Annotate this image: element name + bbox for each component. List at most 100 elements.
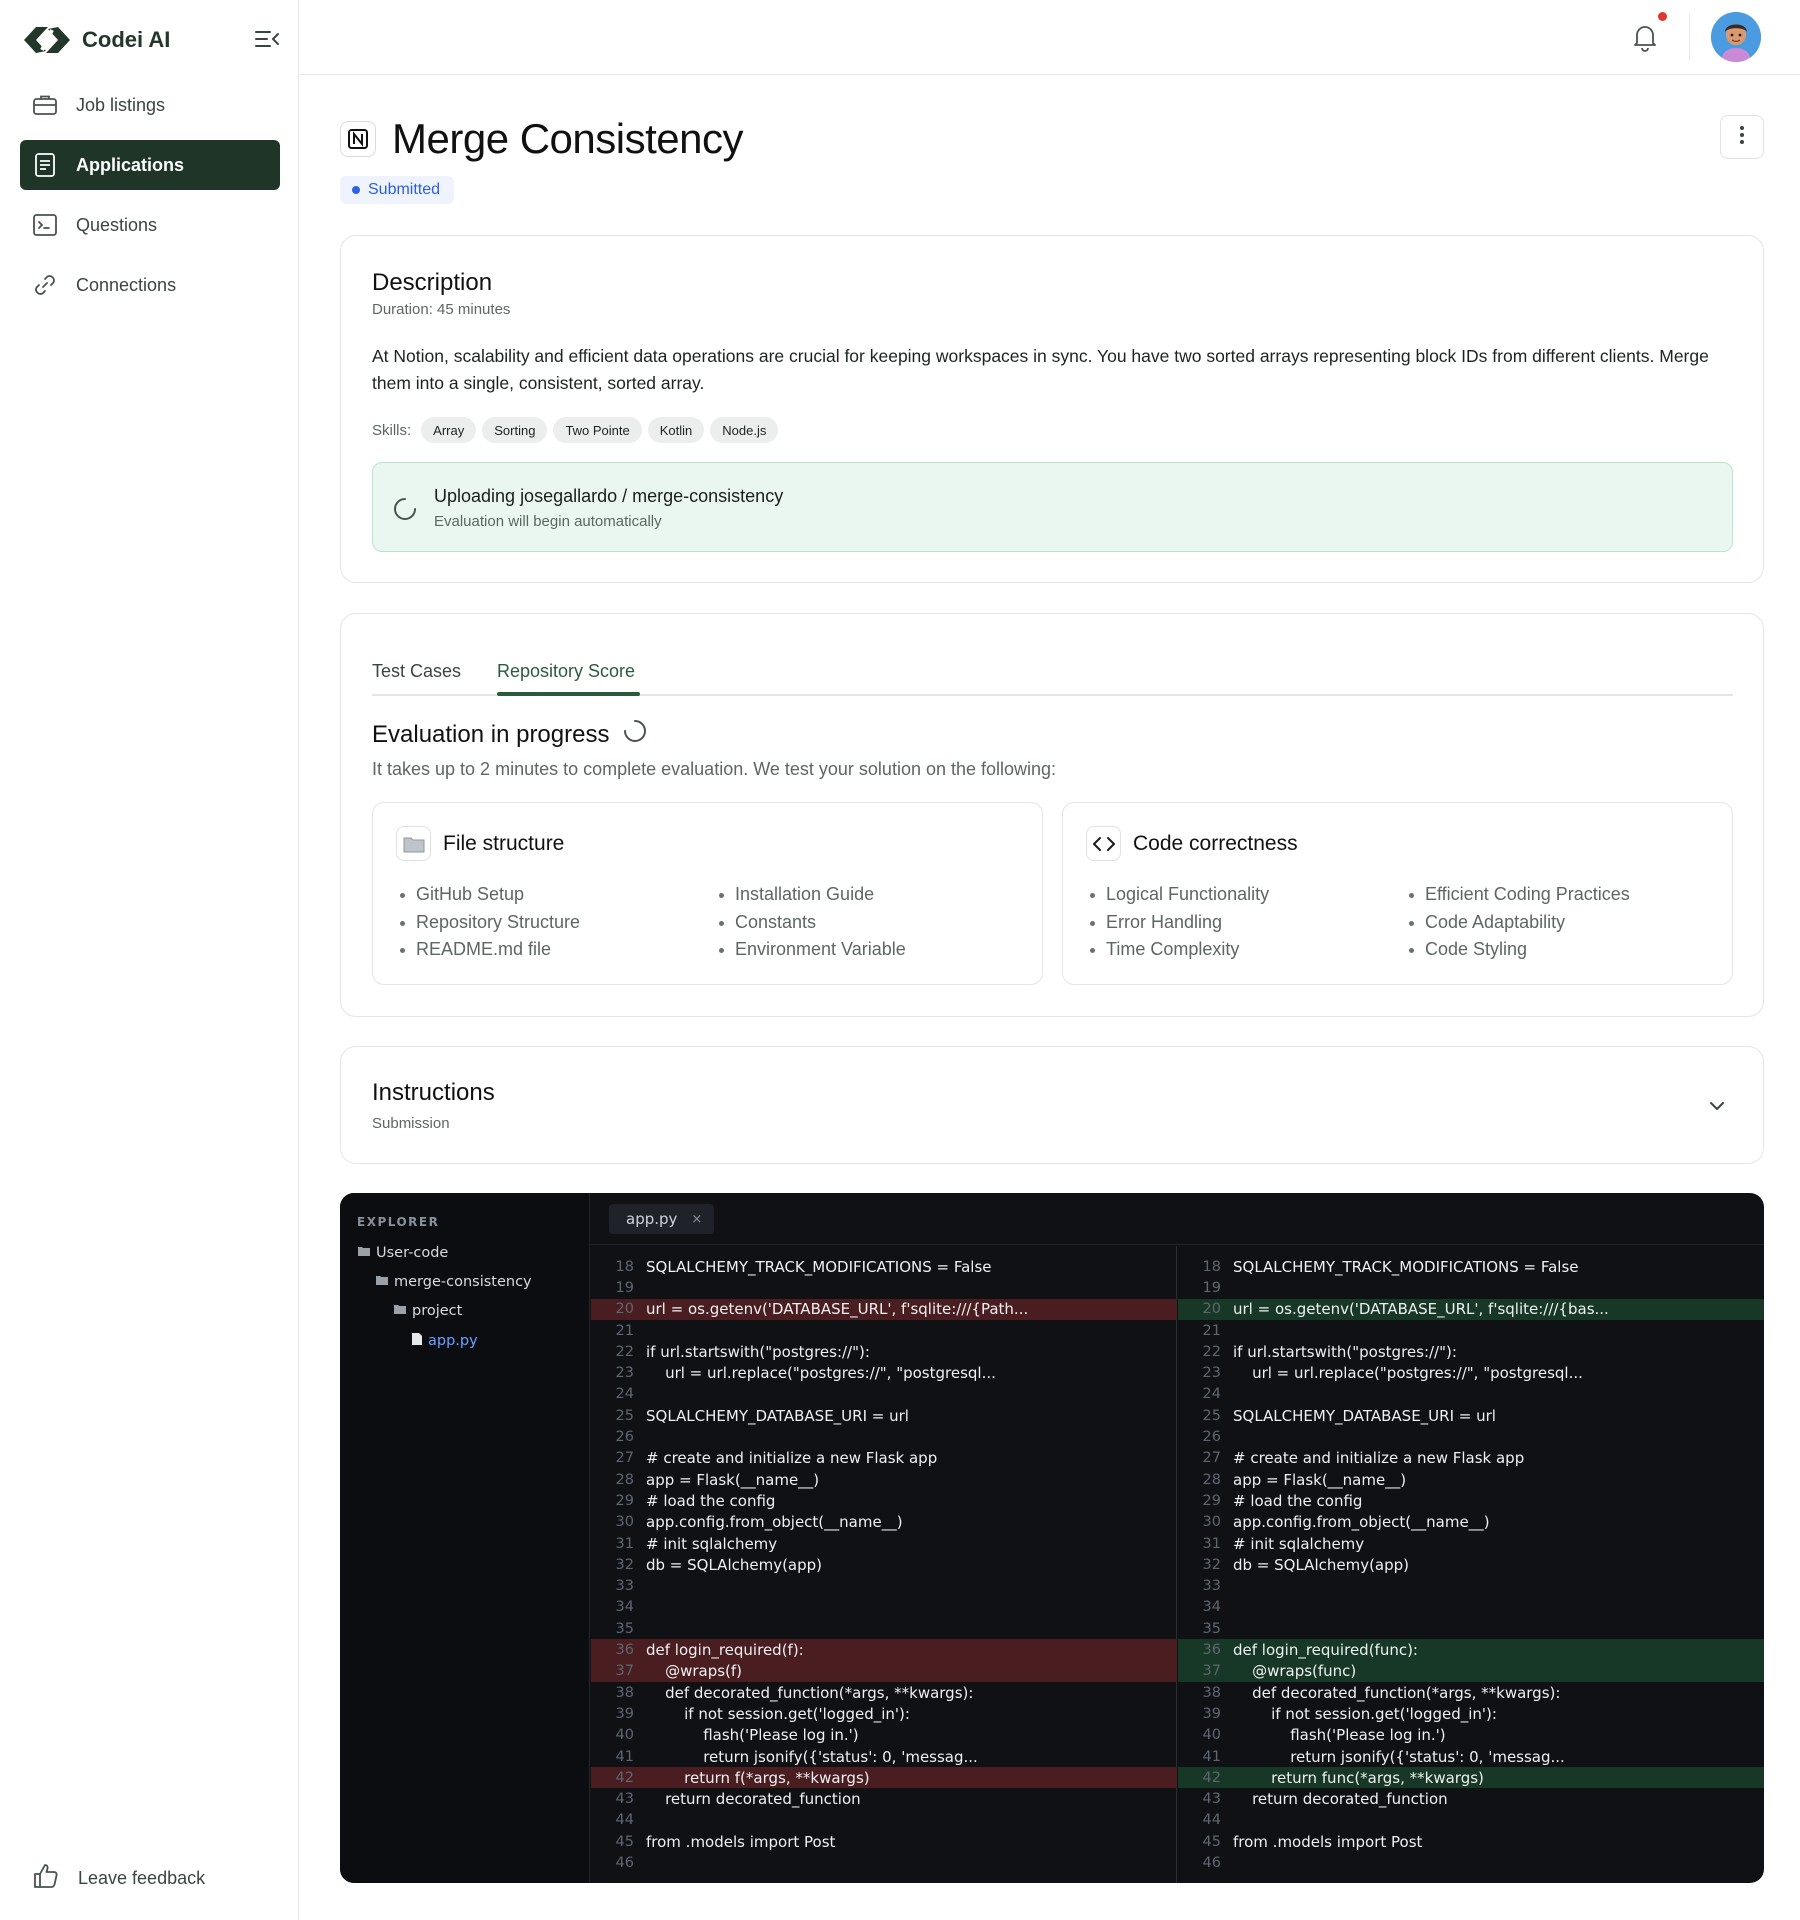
skill-chip: Two Pointe bbox=[553, 417, 642, 443]
code-diff-viewer: EXPLORER User-code merge-consistency pro… bbox=[340, 1193, 1764, 1883]
evaluation-subtitle: It takes up to 2 minutes to complete eva… bbox=[372, 759, 1057, 779]
code-line: 44 bbox=[1178, 1810, 1764, 1831]
description-heading: Description bbox=[372, 269, 493, 296]
code-line: 26 bbox=[1178, 1426, 1764, 1447]
list-item: Time Complexity bbox=[1088, 936, 1269, 964]
bell-icon[interactable] bbox=[1630, 22, 1660, 52]
code-text: db = SQLAlchemy(app) bbox=[1233, 1555, 1410, 1574]
more-vertical-icon bbox=[1739, 125, 1745, 150]
duration-text: Duration: 45 minutes bbox=[372, 301, 511, 318]
code-text: from .models import Post bbox=[1233, 1832, 1423, 1851]
title-row: Merge Consistency bbox=[340, 115, 743, 163]
list-item: Error Handling bbox=[1088, 909, 1269, 937]
evaluation-title: Evaluation in progress bbox=[372, 719, 647, 750]
list-item: Installation Guide bbox=[717, 881, 906, 909]
line-number: 22 bbox=[615, 1343, 634, 1360]
criteria-list: Installation Guide Constants Environment… bbox=[717, 881, 906, 964]
line-number: 33 bbox=[615, 1578, 634, 1595]
code-line: 38 def decorated_function(*args, **kwarg… bbox=[1178, 1682, 1764, 1703]
criteria-list: GitHub Setup Repository Structure README… bbox=[398, 881, 580, 964]
code-line: 33 bbox=[1178, 1576, 1764, 1597]
code-line: 42 return f(*args, **kwargs) bbox=[591, 1767, 1177, 1789]
instructions-card[interactable]: Instructions Submission bbox=[340, 1046, 1764, 1164]
code-line: 18 SQLALCHEMY_TRACK_MODIFICATIONS = False bbox=[1178, 1256, 1764, 1277]
leave-feedback-button[interactable]: Leave feedback bbox=[32, 1862, 205, 1895]
code-text: SQLALCHEMY_DATABASE_URI = url bbox=[1233, 1406, 1496, 1425]
sidebar-item-job-listings[interactable]: Job listings bbox=[20, 80, 280, 130]
code-line: 36 def login_required(func): bbox=[1178, 1639, 1764, 1661]
editor-tab-label: app.py bbox=[626, 1210, 678, 1228]
line-number: 36 bbox=[615, 1642, 634, 1659]
code-text: app.config.from_object(__name__) bbox=[646, 1513, 903, 1532]
list-item: Environment Variable bbox=[717, 936, 906, 964]
code-line: 43 return decorated_function bbox=[591, 1789, 1177, 1810]
code-text: # load the config bbox=[1233, 1491, 1363, 1510]
code-line: 41 return jsonify({'status': 0, 'messag.… bbox=[591, 1746, 1177, 1767]
sidebar-item-label: Applications bbox=[76, 154, 185, 175]
tab-test-cases[interactable]: Test Cases bbox=[372, 661, 461, 682]
list-item: Constants bbox=[717, 909, 906, 937]
skill-chip: Kotlin bbox=[647, 417, 705, 443]
close-icon[interactable]: × bbox=[691, 1212, 702, 1227]
code-text: if not session.get('logged_in'): bbox=[1233, 1704, 1497, 1723]
code-line: 22 if url.startswith("postgres://"): bbox=[591, 1341, 1177, 1362]
sidebar-item-questions[interactable]: Questions bbox=[20, 200, 280, 250]
code-line: 44 bbox=[591, 1810, 1177, 1831]
line-number: 43 bbox=[1202, 1791, 1221, 1808]
tree-file-app-py[interactable]: app.py bbox=[411, 1332, 478, 1350]
subcard-header: Code correctness bbox=[1086, 826, 1298, 861]
evaluation-card: Test Cases Repository Score Evaluation i… bbox=[340, 613, 1764, 1017]
code-line: 46 bbox=[591, 1852, 1177, 1873]
notification-dot bbox=[1658, 12, 1667, 21]
code-text: SQLALCHEMY_TRACK_MODIFICATIONS = False bbox=[1233, 1257, 1579, 1276]
sidebar-item-connections[interactable]: Connections bbox=[20, 260, 280, 310]
code-line: 30 app.config.from_object(__name__) bbox=[1178, 1512, 1764, 1533]
collapse-sidebar-icon[interactable] bbox=[254, 28, 280, 50]
line-number: 31 bbox=[615, 1535, 634, 1552]
line-number: 18 bbox=[1202, 1258, 1221, 1275]
divider bbox=[1689, 14, 1690, 60]
code-line: 24 bbox=[1178, 1384, 1764, 1405]
code-text: url = os.getenv('DATABASE_URL', f'sqlite… bbox=[1233, 1300, 1609, 1319]
code-text: if url.startswith("postgres://"): bbox=[1233, 1342, 1457, 1361]
more-options-button[interactable] bbox=[1720, 115, 1764, 159]
leave-feedback-label: Leave feedback bbox=[78, 1868, 206, 1888]
code-line: 20 url = os.getenv('DATABASE_URL', f'sqli… bbox=[1178, 1298, 1764, 1320]
code-text: app = Flask(__name__) bbox=[646, 1470, 820, 1489]
list-item: Code Styling bbox=[1407, 936, 1630, 964]
code-text: @wraps(func) bbox=[1233, 1662, 1357, 1681]
code-line: 39 if not session.get('logged_in'): bbox=[591, 1703, 1177, 1724]
tab-repository-score[interactable]: Repository Score bbox=[497, 661, 635, 682]
code-line: 25 SQLALCHEMY_DATABASE_URI = url bbox=[591, 1405, 1177, 1426]
skills-label: Skills: bbox=[372, 421, 412, 439]
line-number: 24 bbox=[615, 1386, 634, 1403]
explorer-title: EXPLORER bbox=[357, 1215, 440, 1229]
editor-tab-bar: app.py × bbox=[591, 1193, 1764, 1245]
list-item: Repository Structure bbox=[398, 909, 580, 937]
editor-tab-app-py[interactable]: app.py × bbox=[609, 1204, 715, 1234]
chevron-down-icon[interactable] bbox=[1705, 1094, 1729, 1118]
sidebar-nav: Job listings Applications Questions Conn… bbox=[20, 80, 280, 320]
upload-subtitle: Evaluation will begin automatically bbox=[434, 513, 662, 530]
file-explorer: EXPLORER User-code merge-consistency pro… bbox=[340, 1193, 590, 1883]
line-number: 44 bbox=[615, 1812, 634, 1829]
code-line: 46 bbox=[1178, 1852, 1764, 1873]
line-number: 40 bbox=[1202, 1727, 1221, 1744]
subcard-title: Code correctness bbox=[1133, 831, 1298, 855]
tree-folder-merge-consistency[interactable]: merge-consistency bbox=[375, 1274, 532, 1290]
skill-chip: Sorting bbox=[482, 417, 548, 443]
page-title: Merge Consistency bbox=[392, 115, 743, 162]
code-text: def decorated_function(*args, **kwargs): bbox=[1233, 1683, 1561, 1702]
tree-folder-user-code[interactable]: User-code bbox=[357, 1245, 448, 1261]
code-line: 36 def login_required(f): bbox=[591, 1639, 1177, 1661]
app-logo[interactable]: Codei AI bbox=[20, 20, 170, 60]
line-number: 32 bbox=[1202, 1556, 1221, 1573]
sidebar-item-applications[interactable]: Applications bbox=[20, 140, 280, 190]
line-number: 34 bbox=[615, 1599, 634, 1616]
line-number: 36 bbox=[1202, 1642, 1221, 1659]
tree-folder-project[interactable]: project bbox=[393, 1303, 462, 1319]
status-label: Submitted bbox=[368, 181, 441, 198]
avatar[interactable] bbox=[1711, 12, 1761, 62]
line-number: 30 bbox=[1202, 1514, 1221, 1531]
status-dot bbox=[352, 186, 360, 194]
